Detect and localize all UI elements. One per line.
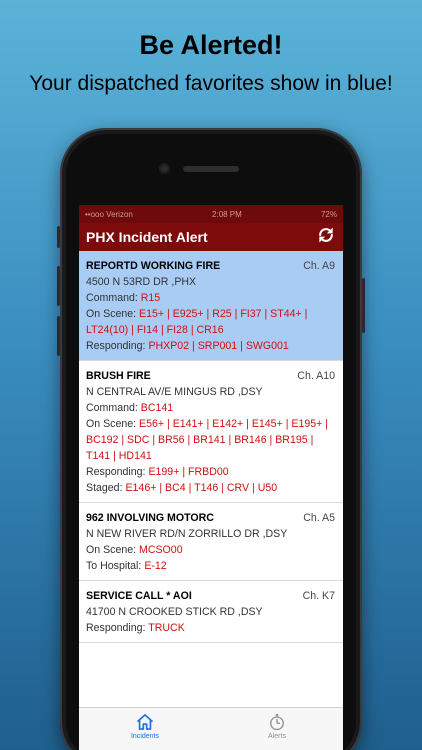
responding-label: Responding: — [86, 340, 146, 352]
incident-title: SERVICE CALL * AOI — [86, 590, 192, 602]
tab-alerts[interactable]: Alerts — [211, 708, 343, 750]
incident-channel: Ch. A9 — [303, 260, 335, 272]
tab-label: Alerts — [268, 733, 286, 740]
command-row: Command: BC141 — [86, 400, 335, 416]
incident-channel: Ch. A5 — [303, 512, 335, 524]
responding-row: Responding: TRUCK — [86, 620, 335, 636]
stopwatch-icon — [270, 714, 284, 731]
app-screen: ••ooo Verizon 2:08 PM 72% PHX Incident A… — [79, 205, 343, 750]
promo-subline: Your dispatched favorites show in blue! — [29, 72, 393, 95]
incident-address: 41700 N CROOKED STICK RD ,DSY — [86, 606, 263, 618]
tab-bar: Incidents Alerts — [79, 707, 343, 750]
command-units: BC141 — [140, 402, 174, 414]
hospital-units: E-12 — [144, 560, 167, 572]
incident-card-working-fire[interactable]: REPORTD WORKING FIRE Ch. A9 4500 N 53RD … — [79, 251, 343, 361]
power-button — [362, 278, 365, 333]
staged-row: Staged: E146+ | BC4 | T146 | CRV | U50 — [86, 480, 335, 496]
incident-card-motorcycle[interactable]: 962 INVOLVING MOTORC Ch. A5 N NEW RIVER … — [79, 503, 343, 581]
incident-card-service-call[interactable]: SERVICE CALL * AOI Ch. K7 41700 N CROOKE… — [79, 581, 343, 643]
volume-down-button — [57, 316, 60, 356]
responding-units: TRUCK — [148, 622, 185, 634]
promo-headline: Be Alerted! — [139, 30, 283, 60]
hospital-label: To Hospital: — [86, 560, 142, 572]
on-scene-label: On Scene: — [86, 544, 137, 556]
front-camera — [159, 163, 170, 174]
tab-incidents[interactable]: Incidents — [79, 708, 211, 750]
on-scene-units: MCSO00 — [139, 544, 183, 556]
incident-address: N CENTRAL AV/E MINGUS RD ,DSY — [86, 386, 263, 398]
incident-title: REPORTD WORKING FIRE — [86, 260, 221, 272]
responding-units: E199+ | FRBD00 — [148, 466, 229, 478]
tab-label: Incidents — [130, 733, 160, 740]
staged-units: E146+ | BC4 | T146 | CRV | U50 — [125, 482, 278, 494]
on-scene-row: On Scene: E56+ | E141+ | E142+ | E145+ |… — [86, 416, 335, 464]
incident-title: BRUSH FIRE — [86, 370, 151, 382]
incident-title: 962 INVOLVING MOTORC — [86, 512, 214, 524]
refresh-icon — [319, 227, 333, 242]
home-icon — [136, 714, 154, 730]
incident-address: 4500 N 53RD DR ,PHX — [86, 276, 197, 288]
app-title: PHX Incident Alert — [86, 229, 208, 245]
hospital-row: To Hospital: E-12 — [86, 558, 335, 574]
staged-label: Staged: — [86, 482, 123, 494]
responding-units: PHXP02 | SRP001 | SWG001 — [148, 340, 289, 352]
incident-list[interactable]: REPORTD WORKING FIRE Ch. A9 4500 N 53RD … — [79, 251, 343, 645]
nav-bar: PHX Incident Alert — [79, 223, 343, 251]
responding-row: Responding: PHXP02 | SRP001 | SWG001 — [86, 338, 335, 354]
command-units: R15 — [140, 292, 161, 304]
volume-up-button — [57, 266, 60, 306]
refresh-button[interactable] — [316, 225, 336, 250]
earpiece-speaker — [183, 166, 239, 172]
battery-label: 72% — [320, 209, 337, 219]
command-label: Command: — [86, 402, 138, 414]
incident-channel: Ch. A10 — [297, 370, 335, 382]
carrier-label: ••ooo Verizon — [85, 209, 133, 219]
mute-switch — [57, 226, 60, 248]
incident-address: N NEW RIVER RD/N ZORRILLO DR ,DSY — [86, 528, 288, 540]
clock-label: 2:08 PM — [212, 209, 242, 219]
phone-frame: ••ooo Verizon 2:08 PM 72% PHX Incident A… — [57, 128, 365, 750]
on-scene-label: On Scene: — [86, 308, 137, 320]
on-scene-row: On Scene: E15+ | E925+ | R25 | FI37 | ST… — [86, 306, 335, 338]
on-scene-row: On Scene: MCSO00 — [86, 542, 335, 558]
responding-label: Responding: — [86, 622, 146, 634]
incident-channel: Ch. K7 — [302, 590, 335, 602]
on-scene-label: On Scene: — [86, 418, 137, 430]
command-row: Command: R15 — [86, 290, 335, 306]
responding-row: Responding: E199+ | FRBD00 — [86, 464, 335, 480]
status-bar: ••ooo Verizon 2:08 PM 72% — [79, 205, 343, 223]
responding-label: Responding: — [86, 466, 146, 478]
incident-card-brush-fire[interactable]: BRUSH FIRE Ch. A10 N CENTRAL AV/E MINGUS… — [79, 361, 343, 503]
command-label: Command: — [86, 292, 138, 304]
